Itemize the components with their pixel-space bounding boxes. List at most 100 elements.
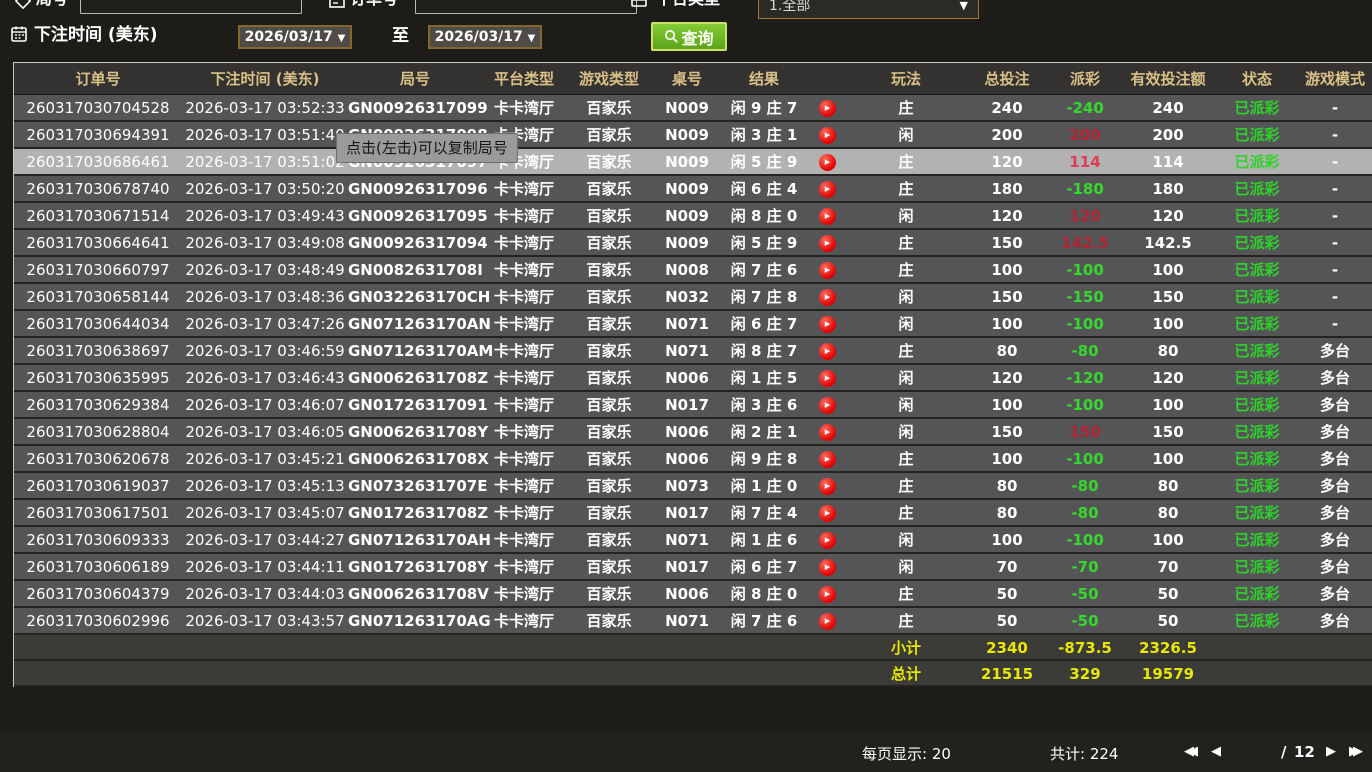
round-number[interactable]: GN00926317096 — [348, 176, 482, 203]
status-badge: 已派彩 — [1216, 473, 1298, 500]
payout: -100 — [1050, 311, 1120, 338]
round-number[interactable]: GN0062631708Y — [348, 419, 482, 446]
payout: -100 — [1050, 527, 1120, 554]
round-number[interactable]: GN032263170CH — [348, 284, 482, 311]
replay-play-icon[interactable] — [819, 289, 836, 306]
round-number[interactable]: GN071263170AG — [348, 608, 482, 635]
table-row: 260317030658144 2026-03-17 03:48:36 GN03… — [14, 284, 1372, 311]
round-number[interactable]: GN071263170AM — [348, 338, 482, 365]
platform-type-select[interactable]: 1.全部 ▼ — [758, 0, 979, 19]
replay-play-icon[interactable] — [819, 505, 836, 522]
date-to-value: 2026/03/17 — [435, 29, 523, 45]
status-badge: 已派彩 — [1216, 230, 1298, 257]
replay-play-icon[interactable] — [819, 316, 836, 333]
date-from-picker[interactable]: 2026/03/17 ▼ — [238, 25, 352, 49]
game-type: 百家乐 — [566, 95, 652, 122]
replay-play-icon[interactable] — [819, 343, 836, 360]
replay-play-icon[interactable] — [819, 478, 836, 495]
bet-type: 庄 — [848, 149, 964, 176]
replay-play-icon[interactable] — [819, 397, 836, 414]
replay-play-icon[interactable] — [819, 451, 836, 468]
date-to-picker[interactable]: 2026/03/17 ▼ — [428, 25, 542, 49]
replay-play-icon[interactable] — [819, 559, 836, 576]
replay-play-icon[interactable] — [819, 370, 836, 387]
page-separator: / — [1281, 743, 1286, 761]
col-status: 状态 — [1216, 63, 1298, 95]
round-number[interactable]: GN0172631708Y — [348, 554, 482, 581]
total-valid-bet: 19579 — [1120, 661, 1216, 687]
copy-round-tooltip: 点击(左击)可以复制局号 — [336, 133, 518, 163]
game-type: 百家乐 — [566, 176, 652, 203]
replay-play-icon[interactable] — [819, 181, 836, 198]
total-bet: 100 — [964, 446, 1050, 473]
round-number[interactable]: GN071263170AN — [348, 311, 482, 338]
round-number[interactable]: GN071263170AH — [348, 527, 482, 554]
next-page-icon[interactable]: ▶ — [1326, 744, 1336, 760]
table-row: 260317030664641 2026-03-17 03:49:08 GN00… — [14, 230, 1372, 257]
round-no-input[interactable] — [80, 0, 302, 14]
round-number[interactable]: GN01726317091 — [348, 392, 482, 419]
table-number: N017 — [652, 554, 722, 581]
replay-cell — [806, 473, 848, 500]
replay-play-icon[interactable] — [819, 424, 836, 441]
payout: -100 — [1050, 257, 1120, 284]
status-badge: 已派彩 — [1216, 446, 1298, 473]
result: 闲 8 庄 0 — [722, 581, 806, 608]
round-number[interactable]: GN00926317095 — [348, 203, 482, 230]
col-gametype: 游戏类型 — [566, 63, 652, 95]
col-tableno: 桌号 — [652, 63, 722, 95]
replay-play-icon[interactable] — [819, 586, 836, 603]
round-number[interactable]: GN0732631707E — [348, 473, 482, 500]
table-row: 260317030671514 2026-03-17 03:49:43 GN00… — [14, 203, 1372, 230]
round-number[interactable]: GN00926317099 — [348, 95, 482, 122]
round-number[interactable]: GN0062631708V — [348, 581, 482, 608]
replay-play-icon[interactable] — [819, 532, 836, 549]
round-number[interactable]: GN0172631708Z — [348, 500, 482, 527]
result: 闲 1 庄 5 — [722, 365, 806, 392]
prev-page-icon[interactable]: ◀ — [1211, 744, 1221, 760]
search-button[interactable]: 查询 — [651, 22, 727, 51]
game-type: 百家乐 — [566, 203, 652, 230]
order-number: 260317030628804 — [14, 419, 182, 446]
round-number[interactable]: GN0082631708I — [348, 257, 482, 284]
replay-play-icon[interactable] — [819, 262, 836, 279]
search-icon — [664, 29, 679, 44]
order-number: 260317030619037 — [14, 473, 182, 500]
replay-play-icon[interactable] — [819, 154, 836, 171]
platform-type: 卡卡湾厅 — [482, 419, 566, 446]
game-mode: - — [1298, 230, 1372, 257]
result: 闲 7 庄 8 — [722, 284, 806, 311]
valid-bet: 80 — [1120, 338, 1216, 365]
first-page-icon[interactable]: ◀◀ — [1184, 744, 1198, 760]
per-page-label: 每页显示: 20 — [862, 743, 951, 764]
platform-type: 卡卡湾厅 — [482, 608, 566, 635]
round-number[interactable]: GN0062631708X — [348, 446, 482, 473]
bet-time: 2026-03-17 03:44:27 — [182, 527, 348, 554]
status-badge: 已派彩 — [1216, 95, 1298, 122]
replay-cell — [806, 284, 848, 311]
status-badge: 已派彩 — [1216, 527, 1298, 554]
status-badge: 已派彩 — [1216, 581, 1298, 608]
subtotal-payout: -873.5 — [1050, 635, 1120, 661]
table-number: N032 — [652, 284, 722, 311]
table-row: 260317030704528 2026-03-17 03:52:33 GN00… — [14, 95, 1372, 122]
total-bet: 50 — [964, 608, 1050, 635]
table-row: 260317030606189 2026-03-17 03:44:11 GN01… — [14, 554, 1372, 581]
replay-play-icon[interactable] — [819, 613, 836, 630]
replay-play-icon[interactable] — [819, 208, 836, 225]
replay-play-icon[interactable] — [819, 127, 836, 144]
order-number: 260317030617501 — [14, 500, 182, 527]
bet-type: 庄 — [848, 338, 964, 365]
order-no-input[interactable] — [415, 0, 637, 14]
game-type: 百家乐 — [566, 365, 652, 392]
valid-bet: 120 — [1120, 203, 1216, 230]
round-number[interactable]: GN0062631708Z — [348, 365, 482, 392]
round-number[interactable]: GN00926317094 — [348, 230, 482, 257]
replay-play-icon[interactable] — [819, 235, 836, 252]
total-bet: 150 — [964, 419, 1050, 446]
bet-time: 2026-03-17 03:46:07 — [182, 392, 348, 419]
order-number: 260317030704528 — [14, 95, 182, 122]
last-page-icon[interactable]: ▶▶ — [1349, 744, 1363, 760]
bet-time: 2026-03-17 03:43:57 — [182, 608, 348, 635]
replay-play-icon[interactable] — [819, 100, 836, 117]
